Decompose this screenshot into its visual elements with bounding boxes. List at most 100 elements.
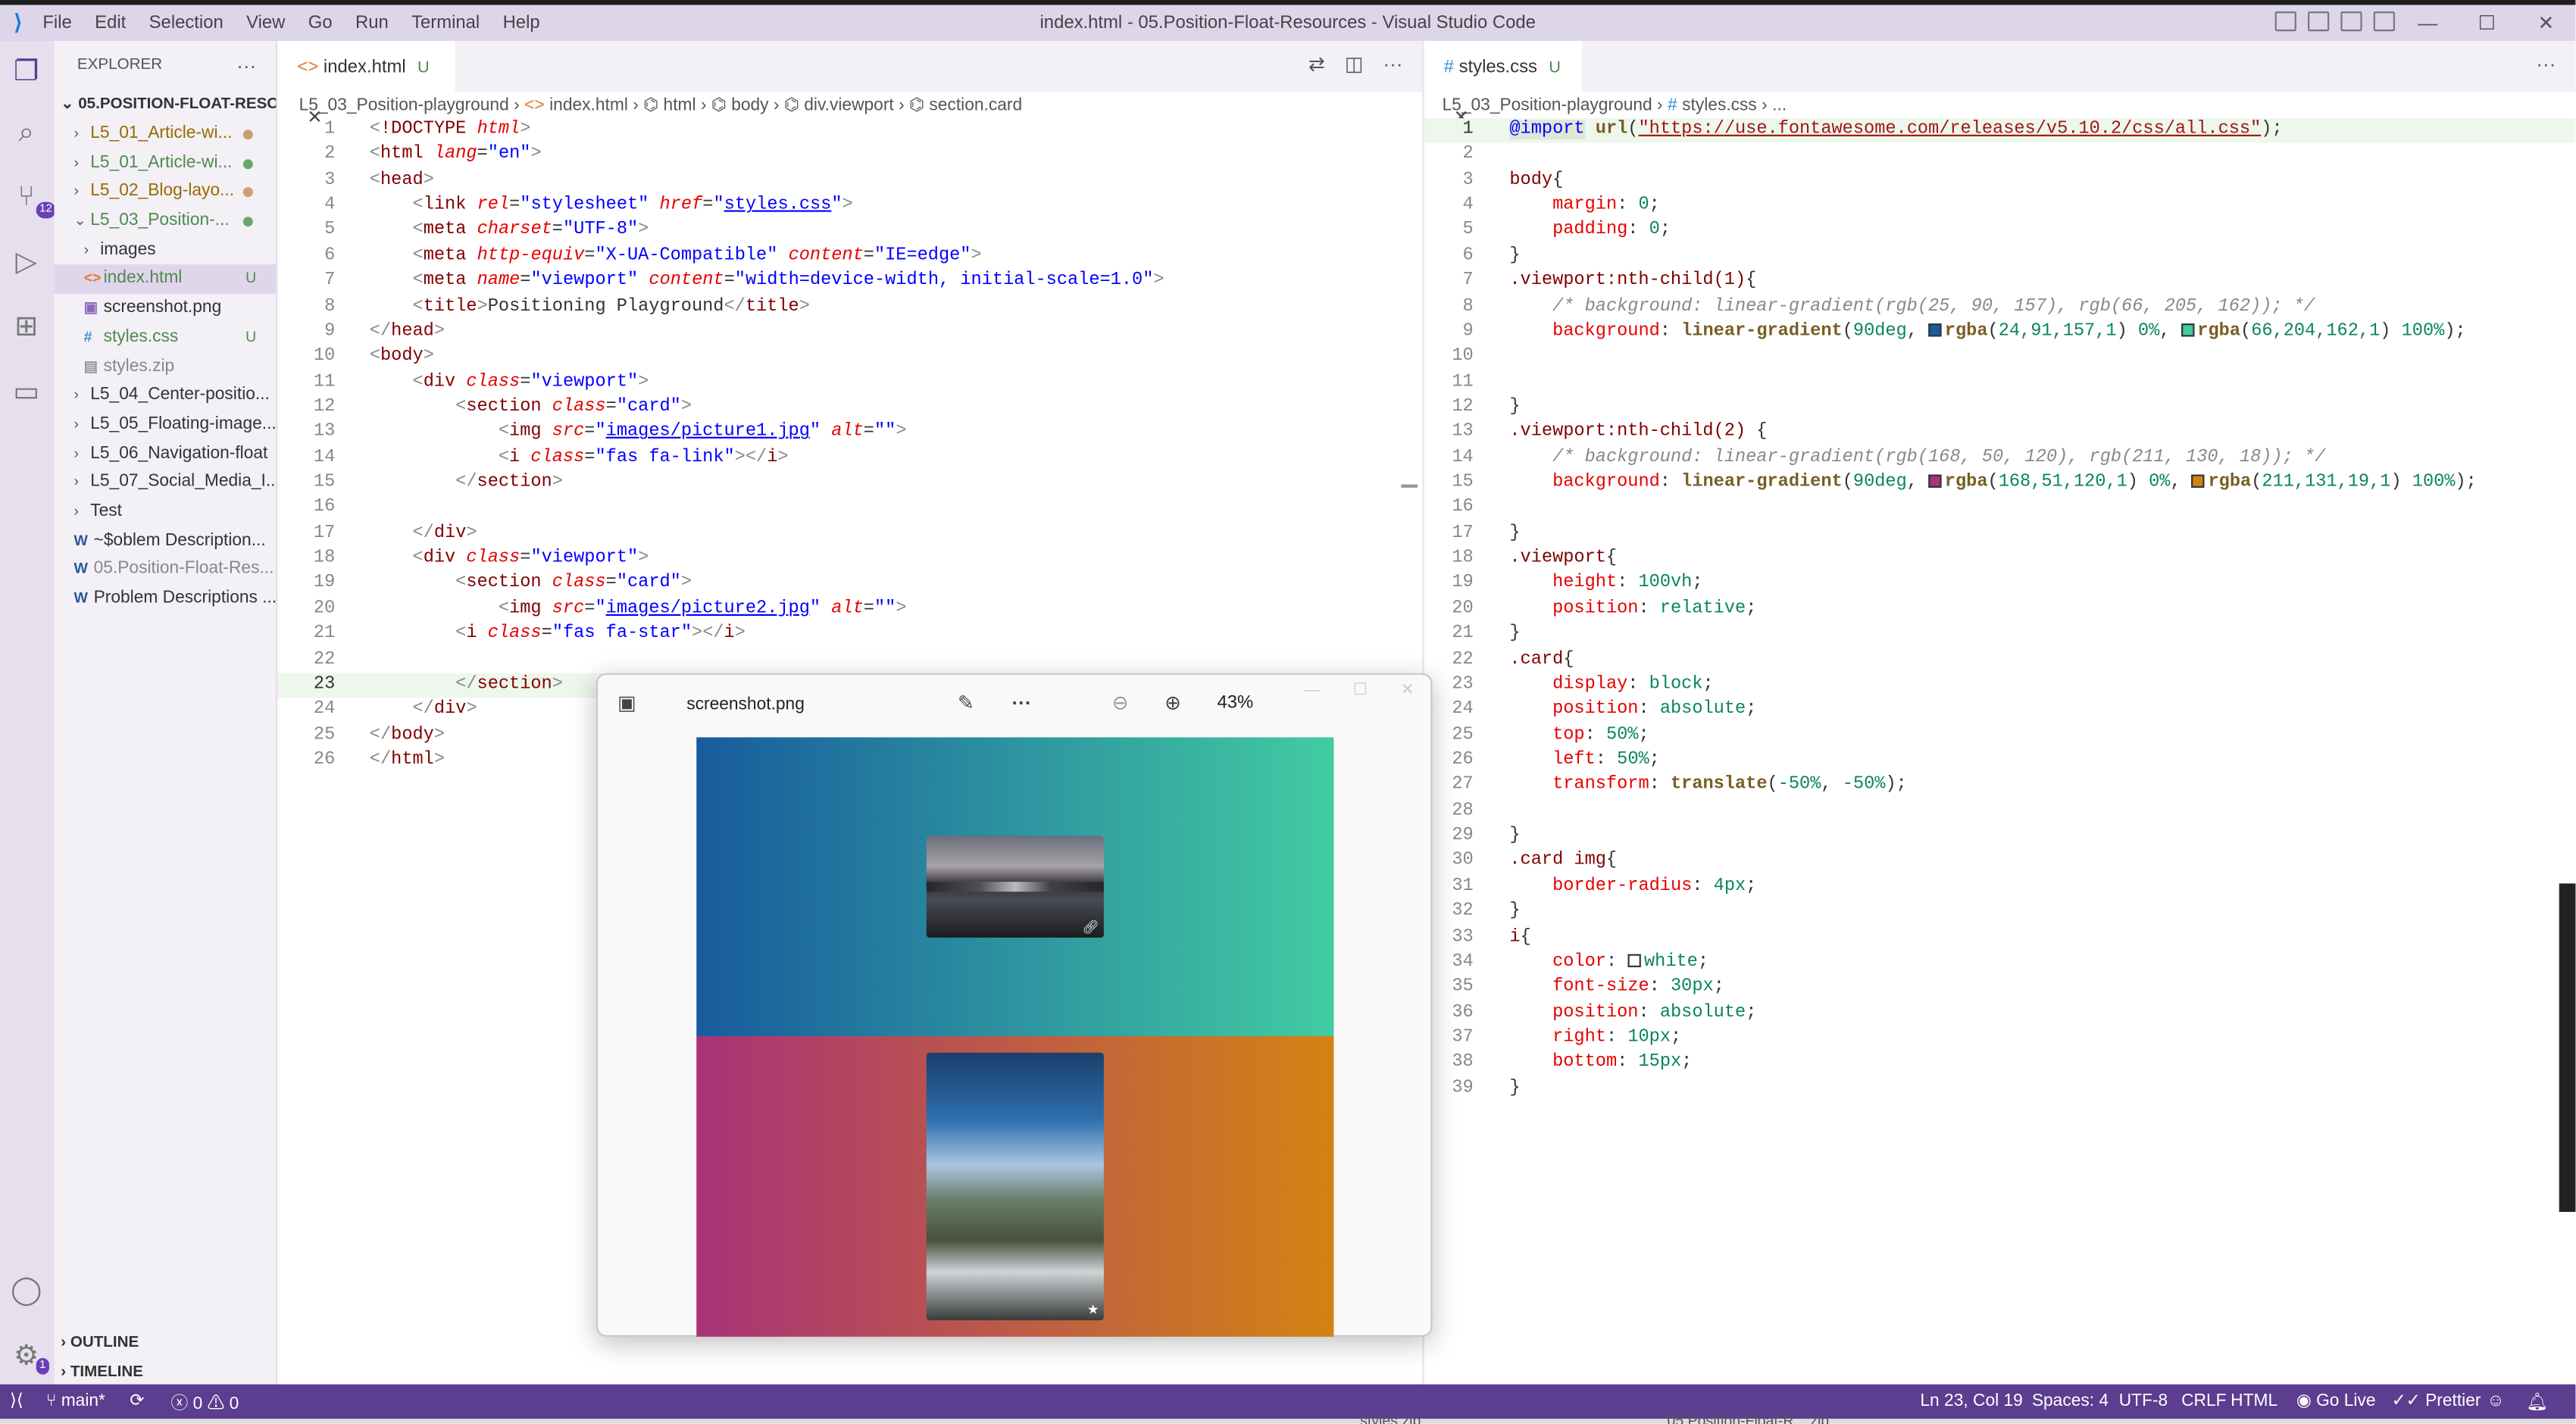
code-line[interactable]: 21}	[1424, 623, 2576, 648]
code-line[interactable]: 15 </section>	[277, 471, 1422, 496]
code-line[interactable]: 30 .card img{	[1424, 850, 2576, 875]
code-line[interactable]: 13 <img src="images/picture1.jpg" alt=""…	[277, 421, 1422, 446]
breadcrumb-item[interactable]: html	[664, 95, 696, 115]
tree-item[interactable]: W ~$oblem Description...	[55, 526, 277, 555]
code-line[interactable]: 7 <meta name="viewport" content="width=d…	[277, 270, 1422, 295]
tree-item[interactable]: › L5_04_Center-positio...	[55, 381, 277, 410]
code-line[interactable]: 14 <i class="fas fa-link"></i>	[277, 446, 1422, 471]
menu-item[interactable]: Go	[308, 13, 333, 33]
tree-item[interactable]: › Test	[55, 498, 277, 526]
tree-item[interactable]: <> index.html U	[54, 264, 277, 295]
menu-item[interactable]: Edit	[95, 13, 126, 33]
notifications-bell-icon[interactable]: 🔔︎	[2526, 1391, 2548, 1412]
split-editor-icon[interactable]: ◫	[1345, 52, 1364, 75]
tree-item[interactable]: › L5_02_Blog-layo...	[55, 178, 277, 207]
minimize-icon[interactable]: —	[2398, 11, 2457, 34]
menu-item[interactable]: Help	[503, 13, 540, 33]
code-line[interactable]: 5 <meta charset="UTF-8">	[277, 219, 1422, 244]
code-line[interactable]: 3 <head>	[277, 169, 1422, 194]
color-swatch[interactable]	[2181, 323, 2194, 337]
encoding[interactable]: UTF-8	[2119, 1391, 2168, 1410]
customize-layout-icon[interactable]	[2373, 11, 2395, 32]
run-debug-icon[interactable]: ▷	[8, 245, 45, 281]
taskbar-item[interactable]: styles.zip	[1360, 1412, 1421, 1424]
tab-styles-css[interactable]: # styles.css U ✕	[1424, 41, 1582, 128]
toggle-sidebar-icon[interactable]	[2274, 11, 2296, 32]
tree-item[interactable]: ▣ screenshot.png	[55, 294, 277, 323]
code-line[interactable]: 34 color: white;	[1424, 951, 2576, 976]
outline-section[interactable]: › OUTLINE	[55, 1329, 278, 1358]
menu-item[interactable]: View	[246, 13, 285, 33]
code-line[interactable]: 6}	[1424, 245, 2576, 270]
source-control-icon[interactable]: ⑂ 12	[8, 179, 56, 219]
search-icon[interactable]: ⌕	[8, 115, 45, 151]
code-line[interactable]: 1 @import url("https://use.fontawesome.co…	[1424, 118, 2576, 144]
code-line[interactable]: 37 right: 10px;	[1424, 1026, 2576, 1051]
code-line[interactable]: 20 position: relative;	[1424, 598, 2576, 623]
color-swatch[interactable]	[2191, 474, 2206, 488]
menu-item[interactable]: File	[42, 13, 71, 33]
tree-item[interactable]: › L5_06_Navigation-float	[55, 439, 277, 468]
extensions-icon[interactable]: ⊞	[8, 309, 45, 345]
code-line[interactable]: 19 height: 100vh;	[1424, 572, 2576, 597]
language-mode[interactable]: HTML	[2231, 1391, 2277, 1410]
code-line[interactable]: 12}	[1424, 395, 2576, 420]
code-line[interactable]: 18 <div class="viewport">	[277, 547, 1422, 572]
code-line[interactable]: 6 <meta http-equiv="X-UA-Compatible" con…	[277, 245, 1422, 270]
tree-item[interactable]: › L5_07_Social_Media_I...	[55, 468, 277, 497]
code-line[interactable]: 36 position: absolute;	[1424, 1001, 2576, 1026]
code-line[interactable]: 35 font-size: 30px;	[1424, 976, 2576, 1001]
edit-image-icon[interactable]: ✎	[958, 692, 974, 714]
remote-explorer-icon[interactable]: ▭	[8, 374, 45, 411]
code-line[interactable]: 2	[1424, 143, 2576, 168]
code-line[interactable]: 12 <section class="card">	[277, 395, 1422, 420]
remote-icon[interactable]: ⟩⟨	[10, 1391, 23, 1410]
code-line[interactable]: 4 <link rel="stylesheet" href="styles.cs…	[277, 194, 1422, 219]
tree-item[interactable]: # styles.css U	[55, 323, 277, 352]
code-line[interactable]: 8 /* background: linear-gradient(rgb(25,…	[1424, 295, 2576, 320]
timeline-section[interactable]: › TIMELINE	[55, 1358, 278, 1388]
branch-indicator[interactable]: ⑂ main*	[46, 1391, 105, 1410]
minimize-icon[interactable]: —	[1304, 682, 1321, 700]
code-line[interactable]: 11	[1424, 370, 2576, 395]
code-line[interactable]: 28	[1424, 799, 2576, 824]
breadcrumb-item[interactable]: section.card	[929, 95, 1022, 115]
breadcrumb-item[interactable]: index.html	[549, 95, 628, 115]
indentation[interactable]: Spaces: 4	[2032, 1391, 2109, 1410]
breadcrumb-item[interactable]: styles.css	[1682, 95, 1757, 115]
code-line[interactable]: 22 .card{	[1424, 648, 2576, 673]
breadcrumb-item[interactable]: L5_03_Position-playground	[1443, 95, 1652, 115]
code-line[interactable]: 17}	[1424, 522, 2576, 547]
code-line[interactable]: 16	[277, 497, 1422, 522]
code-line[interactable]: 5 padding: 0;	[1424, 219, 2576, 244]
code-line[interactable]: 17 </div>	[277, 522, 1422, 547]
code-line[interactable]: 24 position: absolute;	[1424, 698, 2576, 723]
more-actions-icon[interactable]: ···	[1383, 52, 1402, 75]
code-line[interactable]: 23 display: block;	[1424, 673, 2576, 698]
maximize-icon[interactable]: ☐	[2457, 11, 2516, 34]
tree-item[interactable]: › images	[55, 236, 277, 265]
prettier-button[interactable]: ✓✓ Prettier	[2392, 1391, 2481, 1410]
code-line[interactable]: 13 .viewport:nth-child(2) {	[1424, 421, 2576, 446]
code-line[interactable]: 20 <img src="images/picture2.jpg" alt=""…	[277, 598, 1422, 623]
code-line[interactable]: 16	[1424, 497, 2576, 522]
color-swatch[interactable]	[1627, 954, 1641, 967]
code-line[interactable]: 7 .viewport:nth-child(1){	[1424, 270, 2576, 295]
close-window-icon[interactable]: ✕	[2516, 11, 2575, 34]
breadcrumb-item[interactable]: body	[731, 95, 768, 115]
code-line[interactable]: 26 left: 50%;	[1424, 749, 2576, 774]
accounts-icon[interactable]: ◯	[8, 1273, 45, 1309]
open-changes-icon[interactable]: ⇄	[1308, 52, 1325, 75]
tree-item[interactable]: › L5_01_Article-wi...	[55, 120, 277, 148]
more-options-icon[interactable]: ···	[1011, 692, 1031, 714]
settings-gear-icon[interactable]: ⚙ 1	[8, 1338, 49, 1375]
toggle-secondary-sidebar-icon[interactable]	[2340, 11, 2362, 32]
code-line[interactable]: 33 i{	[1424, 926, 2576, 951]
tree-item[interactable]: › L5_05_Floating-image...	[55, 411, 277, 439]
css-code[interactable]: 1 @import url("https://use.fontawesome.co…	[1424, 118, 2576, 1102]
code-line[interactable]: 8 <title>Positioning Playground</title>	[277, 295, 1422, 320]
close-window-icon[interactable]: ✕	[1400, 682, 1414, 700]
workspace-root[interactable]: ⌄ 05.POSITION-FLOAT-RESO...	[55, 90, 276, 120]
feedback-icon[interactable]: ☺	[2487, 1391, 2504, 1410]
code-line[interactable]: 14 /* background: linear-gradient(rgb(16…	[1424, 446, 2576, 471]
